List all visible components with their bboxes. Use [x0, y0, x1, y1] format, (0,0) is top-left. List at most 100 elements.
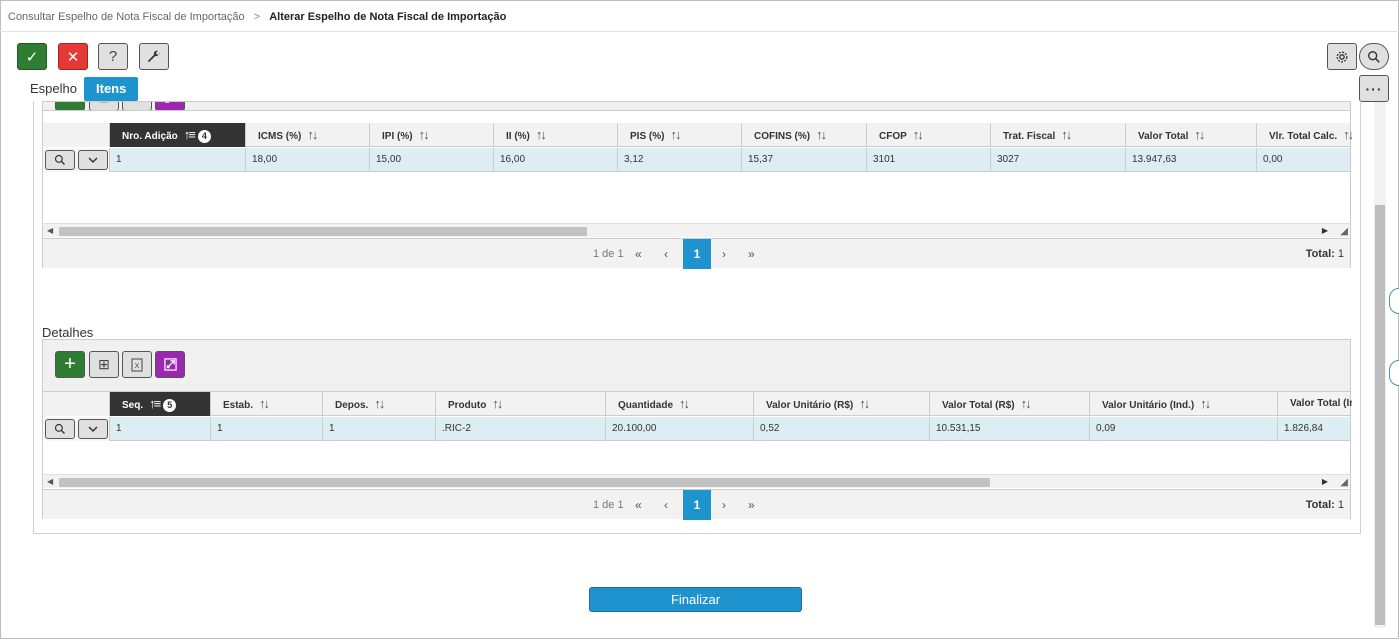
col-valor-unitario-rs[interactable]: Valor Unitário (R$) ↑↓ [754, 392, 930, 416]
col-produto[interactable]: Produto ↑↓ [436, 392, 606, 416]
col-seq[interactable]: Seq. ↑≡ 5 [110, 392, 211, 416]
first-page-button[interactable]: « [635, 239, 642, 269]
col-label: Valor Total [1138, 131, 1189, 142]
first-page-button[interactable]: « [635, 490, 642, 520]
wrench-icon [148, 50, 161, 62]
current-page[interactable]: 1 [683, 490, 711, 520]
table-row[interactable]: 1 18,00 15,00 16,00 3,12 15,37 3101 3027… [43, 148, 1350, 172]
cell-cofins: 15,37 [742, 148, 867, 172]
sort-asc-icon: ↑≡ [183, 127, 196, 142]
tab-espelho[interactable]: Espelho [18, 77, 89, 101]
row-view-button[interactable] [45, 419, 75, 439]
col-ipi[interactable]: IPI (%) ↑↓ [370, 123, 494, 147]
finalizar-button[interactable]: Finalizar [589, 587, 802, 612]
col-valor-unitario-ind[interactable]: Valor Unitário (Ind.) ↑↓ [1090, 392, 1278, 416]
col-valor-total[interactable]: Valor Total ↑↓ [1126, 123, 1257, 147]
col-ii[interactable]: II (%) ↑↓ [494, 123, 618, 147]
side-handle-top[interactable] [1389, 288, 1399, 314]
cell-pis: 3,12 [618, 148, 742, 172]
page-vertical-scrollbar[interactable] [1374, 102, 1386, 628]
row-dropdown-button[interactable] [78, 419, 108, 439]
adicoes-add-button[interactable]: + [55, 102, 85, 110]
actions-header [43, 392, 110, 416]
col-nro-adicao[interactable]: Nro. Adição ↑≡ 4 [110, 123, 246, 147]
col-valor-total-ind[interactable]: Valor Total (In [1278, 392, 1352, 416]
total-value: 1 [1337, 248, 1344, 260]
resize-handle-icon[interactable]: ◢ [1340, 477, 1348, 488]
col-valor-total-rs[interactable]: Valor Total (R$) ↑↓ [930, 392, 1090, 416]
scroll-thumb[interactable] [59, 478, 990, 487]
more-options-button[interactable]: ··· [1359, 75, 1389, 102]
detalhes-columns-button[interactable]: ⊞ [89, 351, 119, 378]
col-trat-fiscal[interactable]: Trat. Fiscal ↑↓ [991, 123, 1126, 147]
cell-icms: 18,00 [246, 148, 370, 172]
search-button[interactable] [1359, 43, 1389, 70]
col-icms[interactable]: ICMS (%) ↑↓ [246, 123, 370, 147]
side-handle-bottom[interactable] [1389, 360, 1399, 386]
breadcrumb-separator: > [253, 11, 261, 23]
cancel-button[interactable]: ✕ [58, 43, 88, 70]
scroll-thumb[interactable] [59, 227, 587, 236]
help-button[interactable]: ? [98, 43, 128, 70]
next-page-button[interactable]: › [722, 239, 726, 269]
cell-valor-unitario-rs: 0,52 [754, 417, 930, 441]
adicoes-export-button[interactable]: X [122, 102, 152, 110]
last-page-button[interactable]: » [748, 239, 755, 269]
current-page[interactable]: 1 [683, 239, 711, 269]
adicoes-columns-button[interactable]: ⊞ [89, 102, 119, 110]
page-info: 1 de 1 [593, 499, 624, 511]
detalhes-horizontal-scrollbar[interactable]: ◀ ▶ ◢ [43, 474, 1350, 488]
settings-button[interactable] [1327, 43, 1357, 70]
tools-button[interactable] [139, 43, 169, 70]
excel-icon: X [131, 358, 143, 371]
sort-icon: ↑↓ [1343, 127, 1352, 142]
scroll-right-icon[interactable]: ▶ [1322, 475, 1328, 489]
table-row[interactable]: 1 1 1 .RIC-2 20.100,00 0,52 10.531,15 0,… [43, 417, 1350, 441]
next-page-button[interactable]: › [722, 490, 726, 520]
col-pis[interactable]: PIS (%) ↑↓ [618, 123, 742, 147]
sort-icon: ↑↓ [912, 127, 924, 142]
prev-page-button[interactable]: ‹ [664, 239, 668, 269]
scroll-left-icon[interactable]: ◀ [47, 224, 53, 238]
detalhes-title: Detalhes [42, 325, 94, 340]
confirm-button[interactable]: ✓ [17, 43, 47, 70]
cell-quantidade: 20.100,00 [606, 417, 754, 441]
col-label: Valor Total (In [1290, 398, 1352, 409]
detalhes-add-button[interactable]: + [55, 351, 85, 378]
last-page-button[interactable]: » [748, 490, 755, 520]
sort-icon: ↑↓ [1020, 396, 1032, 411]
col-quantidade[interactable]: Quantidade ↑↓ [606, 392, 754, 416]
cell-valor-unitario-ind: 0,09 [1090, 417, 1278, 441]
row-view-button[interactable] [45, 150, 75, 170]
sort-icon: ↑↓ [418, 127, 430, 142]
resize-handle-icon[interactable]: ◢ [1340, 226, 1348, 237]
sort-icon: ↑↓ [816, 127, 827, 142]
sort-badge: 4 [197, 129, 211, 143]
row-dropdown-button[interactable] [78, 150, 108, 170]
total-value: 1 [1337, 499, 1344, 511]
detalhes-export-button[interactable]: X [122, 351, 152, 378]
row-actions [43, 148, 110, 172]
prev-page-button[interactable]: ‹ [664, 490, 668, 520]
col-depos[interactable]: Depos. ↑↓ [323, 392, 436, 416]
col-vlr-total-calc[interactable]: Vlr. Total Calc. ↑↓ [1257, 123, 1352, 147]
col-cofins[interactable]: COFINS (%) ↑↓ [742, 123, 867, 147]
breadcrumb-parent[interactable]: Consultar Espelho de Nota Fiscal de Impo… [8, 11, 245, 23]
adicoes-expand-button[interactable]: ⤢ [155, 102, 185, 110]
col-label: Depos. [335, 400, 369, 411]
scroll-thumb[interactable] [1375, 205, 1385, 625]
col-cfop[interactable]: CFOP ↑↓ [867, 123, 991, 147]
cell-ii: 16,00 [494, 148, 618, 172]
header-divider [0, 31, 1399, 32]
cell-produto: .RIC-2 [436, 417, 606, 441]
detalhes-expand-button[interactable] [155, 351, 185, 378]
detalhes-pager: 1 de 1 « ‹ 1 › » Total: 1 [43, 489, 1350, 520]
scroll-right-icon[interactable]: ▶ [1322, 224, 1328, 238]
adicoes-horizontal-scrollbar[interactable]: ◀ ▶ ◢ [43, 223, 1350, 237]
scroll-left-icon[interactable]: ◀ [47, 475, 53, 489]
sort-asc-icon: ↑≡ [149, 396, 161, 411]
adicoes-pager: 1 de 1 « ‹ 1 › » Total: 1 [43, 238, 1350, 269]
breadcrumb-current: Alterar Espelho de Nota Fiscal de Import… [269, 11, 507, 23]
col-estab[interactable]: Estab. ↑↓ [211, 392, 323, 416]
tab-itens[interactable]: Itens [84, 77, 139, 101]
